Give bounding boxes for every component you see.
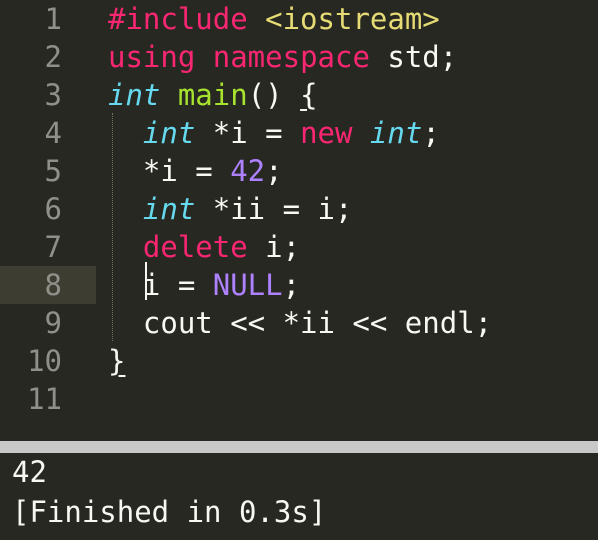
code-editor[interactable]: 1 #include <iostream> 2 using namespace std… <box>0 0 598 438</box>
gutter-cell: 7 <box>0 228 96 266</box>
line-number: 3 <box>44 78 62 112</box>
gutter-cell: 6 <box>0 190 96 228</box>
code-token: namespace <box>212 40 388 74</box>
code-text: int *i = new int; <box>108 114 440 152</box>
code-token: } <box>108 344 126 378</box>
gutter-cell: 8 <box>0 266 96 304</box>
code-token: delete <box>142 230 266 264</box>
code-text: int main() { <box>108 76 318 114</box>
line-number: 5 <box>44 154 62 188</box>
line-number: 6 <box>44 192 62 226</box>
gutter-cell: 9 <box>0 304 96 342</box>
code-text: delete i; <box>108 228 300 266</box>
code-text: int *ii = i; <box>108 190 353 228</box>
code-line[interactable]: 4 int *i = new int; <box>0 114 598 152</box>
output-line: 42 <box>12 455 47 489</box>
code-token: 42 <box>230 154 266 188</box>
code-token: new <box>300 116 370 150</box>
code-line[interactable]: 2 using namespace std; <box>0 38 598 76</box>
code-token: int <box>108 78 178 112</box>
code-text: } <box>108 342 125 380</box>
code-token: int <box>369 116 423 150</box>
code-token: cout << *ii << endl; <box>108 306 493 340</box>
build-output-panel[interactable]: 42 [Finished in 0.3s] <box>0 453 598 540</box>
code-token: ; <box>422 116 440 150</box>
code-token: *ii = i; <box>212 192 353 226</box>
code-text: cout << *ii << endl; <box>108 304 492 342</box>
code-line[interactable]: 1 #include <iostream> <box>0 0 598 38</box>
code-line[interactable]: 5 *i = 42; <box>0 152 598 190</box>
code-token: i = <box>108 268 213 302</box>
code-text: #include <iostream> <box>108 0 440 38</box>
line-number: 4 <box>44 116 62 150</box>
code-token: i; <box>265 230 301 264</box>
code-line[interactable]: 6 int *ii = i; <box>0 190 598 228</box>
code-token: ; <box>282 268 301 302</box>
code-token: int <box>142 192 213 226</box>
code-token: { <box>300 78 318 112</box>
gutter-cell: 1 <box>0 0 96 38</box>
code-token: std; <box>387 40 458 74</box>
code-token: main <box>177 78 248 112</box>
line-number: 11 <box>27 382 62 416</box>
gutter-cell: 4 <box>0 114 96 152</box>
line-number: 1 <box>44 2 62 36</box>
code-token: #include <box>108 2 266 36</box>
code-line[interactable]: 11 <box>0 380 598 418</box>
line-number: 8 <box>44 268 62 302</box>
build-status-line: [Finished in 0.3s] <box>12 495 327 529</box>
gutter-cell: 5 <box>0 152 96 190</box>
code-token: <iostream> <box>265 2 440 36</box>
code-token: using <box>108 40 213 74</box>
line-number: 7 <box>44 230 62 264</box>
line-number: 9 <box>44 306 62 340</box>
gutter-cell: 3 <box>0 76 96 114</box>
gutter-cell: 2 <box>0 38 96 76</box>
code-line[interactable]: 8 i = NULL; <box>0 266 598 304</box>
code-token: int <box>142 116 213 150</box>
code-line[interactable]: 7 delete i; <box>0 228 598 266</box>
code-text: using namespace std; <box>108 38 457 76</box>
gutter-cell: 11 <box>0 380 96 418</box>
line-number: 2 <box>44 40 62 74</box>
code-line[interactable]: 9 cout << *ii << endl; <box>0 304 598 342</box>
code-text: i = NULL; <box>108 266 300 304</box>
panel-divider[interactable] <box>0 441 598 453</box>
code-line[interactable]: 10} <box>0 342 598 380</box>
code-line[interactable]: 3 int main() { <box>0 76 598 114</box>
code-token: *i = <box>108 154 231 188</box>
line-number: 10 <box>27 344 62 378</box>
gutter-cell: 10 <box>0 342 96 380</box>
code-token: ; <box>265 154 283 188</box>
code-text: *i = 42; <box>108 152 283 190</box>
code-token: () <box>247 78 301 112</box>
code-token: *i = <box>212 116 301 150</box>
code-token: NULL <box>212 268 283 302</box>
